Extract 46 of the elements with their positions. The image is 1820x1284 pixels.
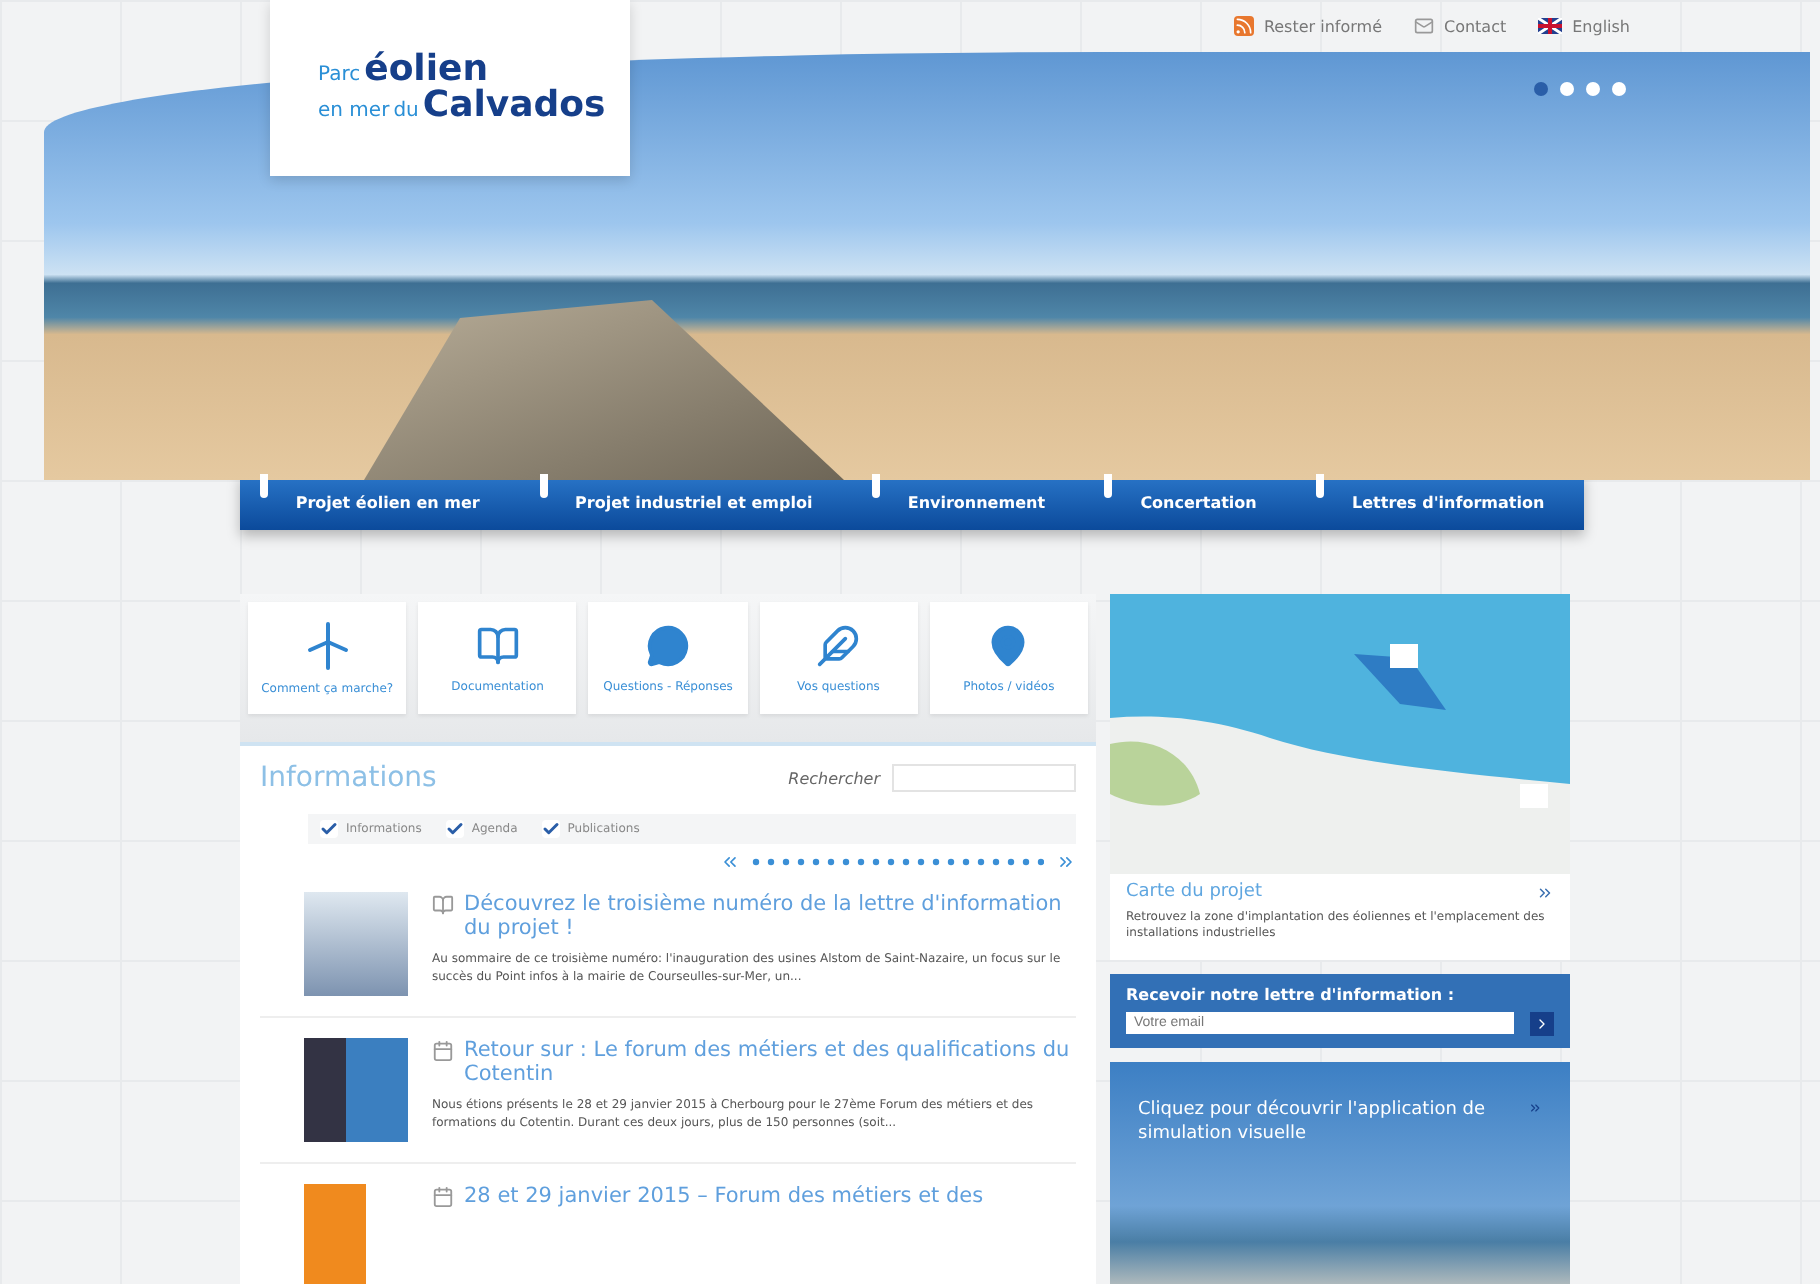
news-title-link[interactable]: Découvrez le troisième numéro de la lettre d'information du projet ! [464, 892, 1076, 941]
search-field[interactable] [892, 764, 1076, 792]
top-link-label: Contact [1443, 17, 1507, 35]
calendar-icon [432, 1040, 454, 1062]
nav-item[interactable]: Environnement [852, 474, 1085, 530]
map-drawing[interactable] [1110, 594, 1570, 874]
wind-turbine-icon [305, 621, 350, 669]
next-icon[interactable] [1536, 883, 1554, 901]
thumbnail-placeholder [304, 1038, 408, 1142]
nav-item[interactable]: Lettres d'information [1296, 474, 1584, 530]
checkbox[interactable] [541, 820, 560, 838]
feather-icon [816, 623, 861, 667]
chevron-icon [1534, 1015, 1550, 1032]
top-link[interactable]: Contact [1413, 16, 1507, 36]
nav-item[interactable]: Projet industriel et emploi [519, 474, 853, 530]
top-link[interactable]: English [1538, 17, 1630, 35]
search-label: Rechercher [788, 769, 880, 787]
top-link-label: Rester informé [1263, 17, 1382, 35]
newsletter-title: Recevoir notre lettre d'information : [1126, 985, 1457, 1004]
previous-icon[interactable] [720, 852, 740, 872]
checkbox[interactable] [445, 820, 464, 838]
news-title-link[interactable]: 28 et 29 janvier 2015 – Forum des métiers et des [464, 1184, 984, 1209]
flag-icon [1538, 18, 1563, 34]
map-card-title[interactable]: Carte du projet [1126, 882, 1262, 902]
check-icon [320, 820, 338, 838]
check-icon [541, 820, 560, 838]
submit-button[interactable] [1530, 1011, 1554, 1036]
thumbnail-placeholder [304, 892, 408, 996]
nav-item[interactable]: Projet éolien en mer [240, 474, 520, 530]
simulation-banner[interactable]: Cliquez pour découvrir l'application de simulation visuelle [1110, 1061, 1570, 1284]
book-icon [432, 894, 454, 916]
news-title-link[interactable]: Retour sur : Le forum des métiers et des qualifications du Cotentin [464, 1038, 1076, 1087]
mail-icon [1413, 16, 1434, 36]
chat-bubble-icon [646, 623, 690, 667]
nav-item[interactable]: Concertation [1084, 474, 1297, 530]
check-icon [445, 820, 464, 838]
rss-icon [1233, 16, 1254, 36]
next-icon[interactable] [1056, 852, 1076, 872]
book-icon [475, 623, 520, 667]
pager-dots-drawing[interactable] [752, 858, 1044, 866]
top-link[interactable]: Rester informé [1233, 16, 1382, 36]
top-link-label: English [1572, 17, 1630, 35]
calendar-icon [432, 1186, 454, 1208]
logo[interactable]: Parc éolien en mer du Calvados [270, 0, 630, 176]
panel-title: Informations [260, 762, 437, 794]
checkbox[interactable] [320, 820, 338, 838]
